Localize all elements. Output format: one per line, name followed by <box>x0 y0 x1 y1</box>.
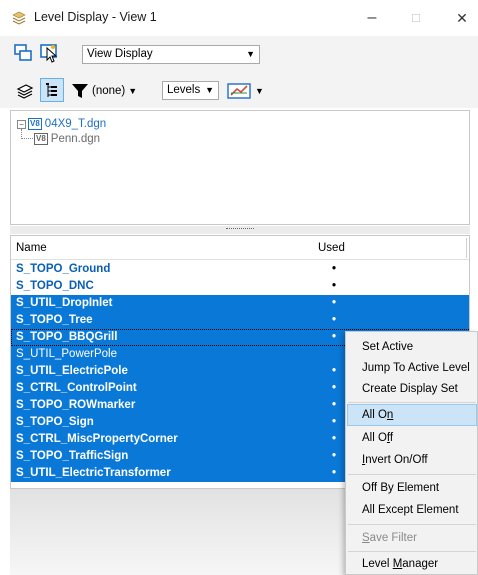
level-name: S_TOPO_Tree <box>16 314 93 326</box>
select-view-icon[interactable] <box>39 42 61 64</box>
toolbar-area: View Display ▼ (none) ▼ Levels ▼ ▼ <box>0 36 478 108</box>
levels-select-value: Levels <box>167 84 201 96</box>
level-used-indicator: • <box>331 382 337 394</box>
level-used-indicator: • <box>331 263 337 275</box>
table-row[interactable]: S_TOPO_DNC • <box>11 278 469 295</box>
menu-item-label: Level Manager <box>362 558 439 570</box>
level-name: S_TOPO_BBQGrill <box>16 331 118 343</box>
window-title: Level Display - View 1 <box>34 10 157 24</box>
table-row[interactable]: S_TOPO_Tree • <box>11 312 469 329</box>
level-list-view-icon[interactable] <box>40 78 64 102</box>
level-used-indicator: • <box>331 433 337 445</box>
level-used-indicator: • <box>331 331 337 343</box>
collapse-icon[interactable]: − <box>17 119 26 129</box>
level-name: S_TOPO_DNC <box>16 280 94 292</box>
level-symbology-icon-graphic <box>16 84 34 99</box>
file-tree: − V8 04X9_T.dgn V8 Penn.dgn <box>10 110 470 225</box>
level-list-view-icon-graphic <box>46 83 57 97</box>
level-used-indicator: • <box>331 280 337 292</box>
context-menu: Set Active Jump To Active Level Create D… <box>345 331 478 575</box>
level-used-indicator: • <box>331 467 337 479</box>
level-name: S_CTRL_ControlPoint <box>16 382 137 394</box>
chevron-down-icon: ▼ <box>205 85 214 95</box>
tree-node-reference[interactable]: V8 Penn.dgn <box>34 133 100 145</box>
column-divider[interactable] <box>466 238 467 258</box>
menu-separator <box>348 402 476 403</box>
menu-item-create-display-set[interactable]: Create Display Set <box>347 378 477 400</box>
tree-node-label: 04X9_T.dgn <box>44 118 107 130</box>
minimize-button[interactable]: – <box>362 8 382 28</box>
level-name: S_CTRL_MiscPropertyCorner <box>16 433 178 445</box>
chevron-down-icon: ▼ <box>246 49 255 59</box>
list-header: Name Used <box>11 236 469 260</box>
filter-dropdown[interactable]: (none) ▼ <box>92 82 156 100</box>
level-name: S_UTIL_PowerPole <box>16 348 117 360</box>
menu-item-label: Save Filter <box>362 532 417 544</box>
level-display-app-icon <box>12 11 26 25</box>
menu-item-save-filter: Save Filter <box>347 527 477 549</box>
close-button[interactable]: ✕ <box>452 8 472 28</box>
menu-item-set-active[interactable]: Set Active <box>347 336 477 358</box>
level-name: S_TOPO_TrafficSign <box>16 450 129 462</box>
menu-item-all-except-element[interactable]: All Except Element <box>347 499 477 521</box>
level-name: S_TOPO_Sign <box>16 416 94 428</box>
pane-splitter[interactable] <box>10 226 470 234</box>
filter-icon-graphic <box>72 84 88 98</box>
level-used-indicator: • <box>331 297 337 309</box>
menu-item-label: All Off <box>362 432 394 444</box>
level-used-indicator: • <box>331 365 337 377</box>
level-name: S_UTIL_ElectricPole <box>16 365 128 377</box>
v8-file-icon: V8 <box>34 133 48 145</box>
level-display-window: Level Display - View 1 – □ ✕ View Displa… <box>0 0 478 575</box>
table-row[interactable]: S_UTIL_DropInlet • <box>11 295 469 312</box>
level-name: S_UTIL_ElectricTransformer <box>16 467 171 479</box>
menu-item-invert-on-off[interactable]: Invert On/Off <box>347 449 477 471</box>
menu-item-level-manager[interactable]: Level Manager <box>347 553 477 575</box>
level-name: S_TOPO_Ground <box>16 263 111 275</box>
maximize-button[interactable]: □ <box>406 8 426 28</box>
splitter-grip-icon <box>226 228 254 230</box>
menu-item-label: Invert On/Off <box>362 454 428 466</box>
filter-icon[interactable] <box>69 80 91 102</box>
menu-item-jump-to-active-level[interactable]: Jump To Active Level <box>347 357 477 379</box>
column-header-name[interactable]: Name <box>16 242 47 254</box>
select-view-icon-graphic <box>40 44 58 63</box>
levels-select[interactable]: Levels ▼ <box>162 81 219 100</box>
chevron-down-icon: ▼ <box>255 86 264 96</box>
level-name: S_TOPO_ROWmarker <box>16 399 136 411</box>
filter-value: (none) <box>92 85 126 97</box>
menu-separator <box>348 524 476 525</box>
tree-node-label: Penn.dgn <box>50 133 101 145</box>
level-used-indicator: • <box>331 450 337 462</box>
chevron-down-icon: ▼ <box>128 86 138 96</box>
view-display-select-value: View Display <box>87 48 153 60</box>
column-header-used[interactable]: Used <box>318 242 345 254</box>
menu-separator <box>348 474 476 475</box>
menu-item-label: All On <box>362 409 394 421</box>
symbology-override-icon <box>227 83 251 99</box>
menu-item-all-on[interactable]: All On <box>347 404 477 426</box>
level-symbology-icon[interactable] <box>14 80 36 102</box>
view-group-icon-graphic <box>14 44 32 61</box>
symbology-override-dropdown[interactable]: ▼ <box>227 80 267 102</box>
menu-item-all-off[interactable]: All Off <box>347 427 477 449</box>
view-display-select[interactable]: View Display ▼ <box>82 45 260 64</box>
level-used-indicator: • <box>331 399 337 411</box>
level-used-indicator: • <box>331 416 337 428</box>
level-used-indicator: • <box>331 314 337 326</box>
view-group-icon[interactable] <box>12 42 34 64</box>
title-bar: Level Display - View 1 – □ ✕ <box>0 0 478 36</box>
menu-separator <box>348 551 476 552</box>
level-name: S_UTIL_DropInlet <box>16 297 113 309</box>
tree-connector <box>21 129 33 139</box>
menu-item-off-by-element[interactable]: Off By Element <box>347 477 477 499</box>
table-row[interactable]: S_TOPO_Ground • <box>11 261 469 278</box>
